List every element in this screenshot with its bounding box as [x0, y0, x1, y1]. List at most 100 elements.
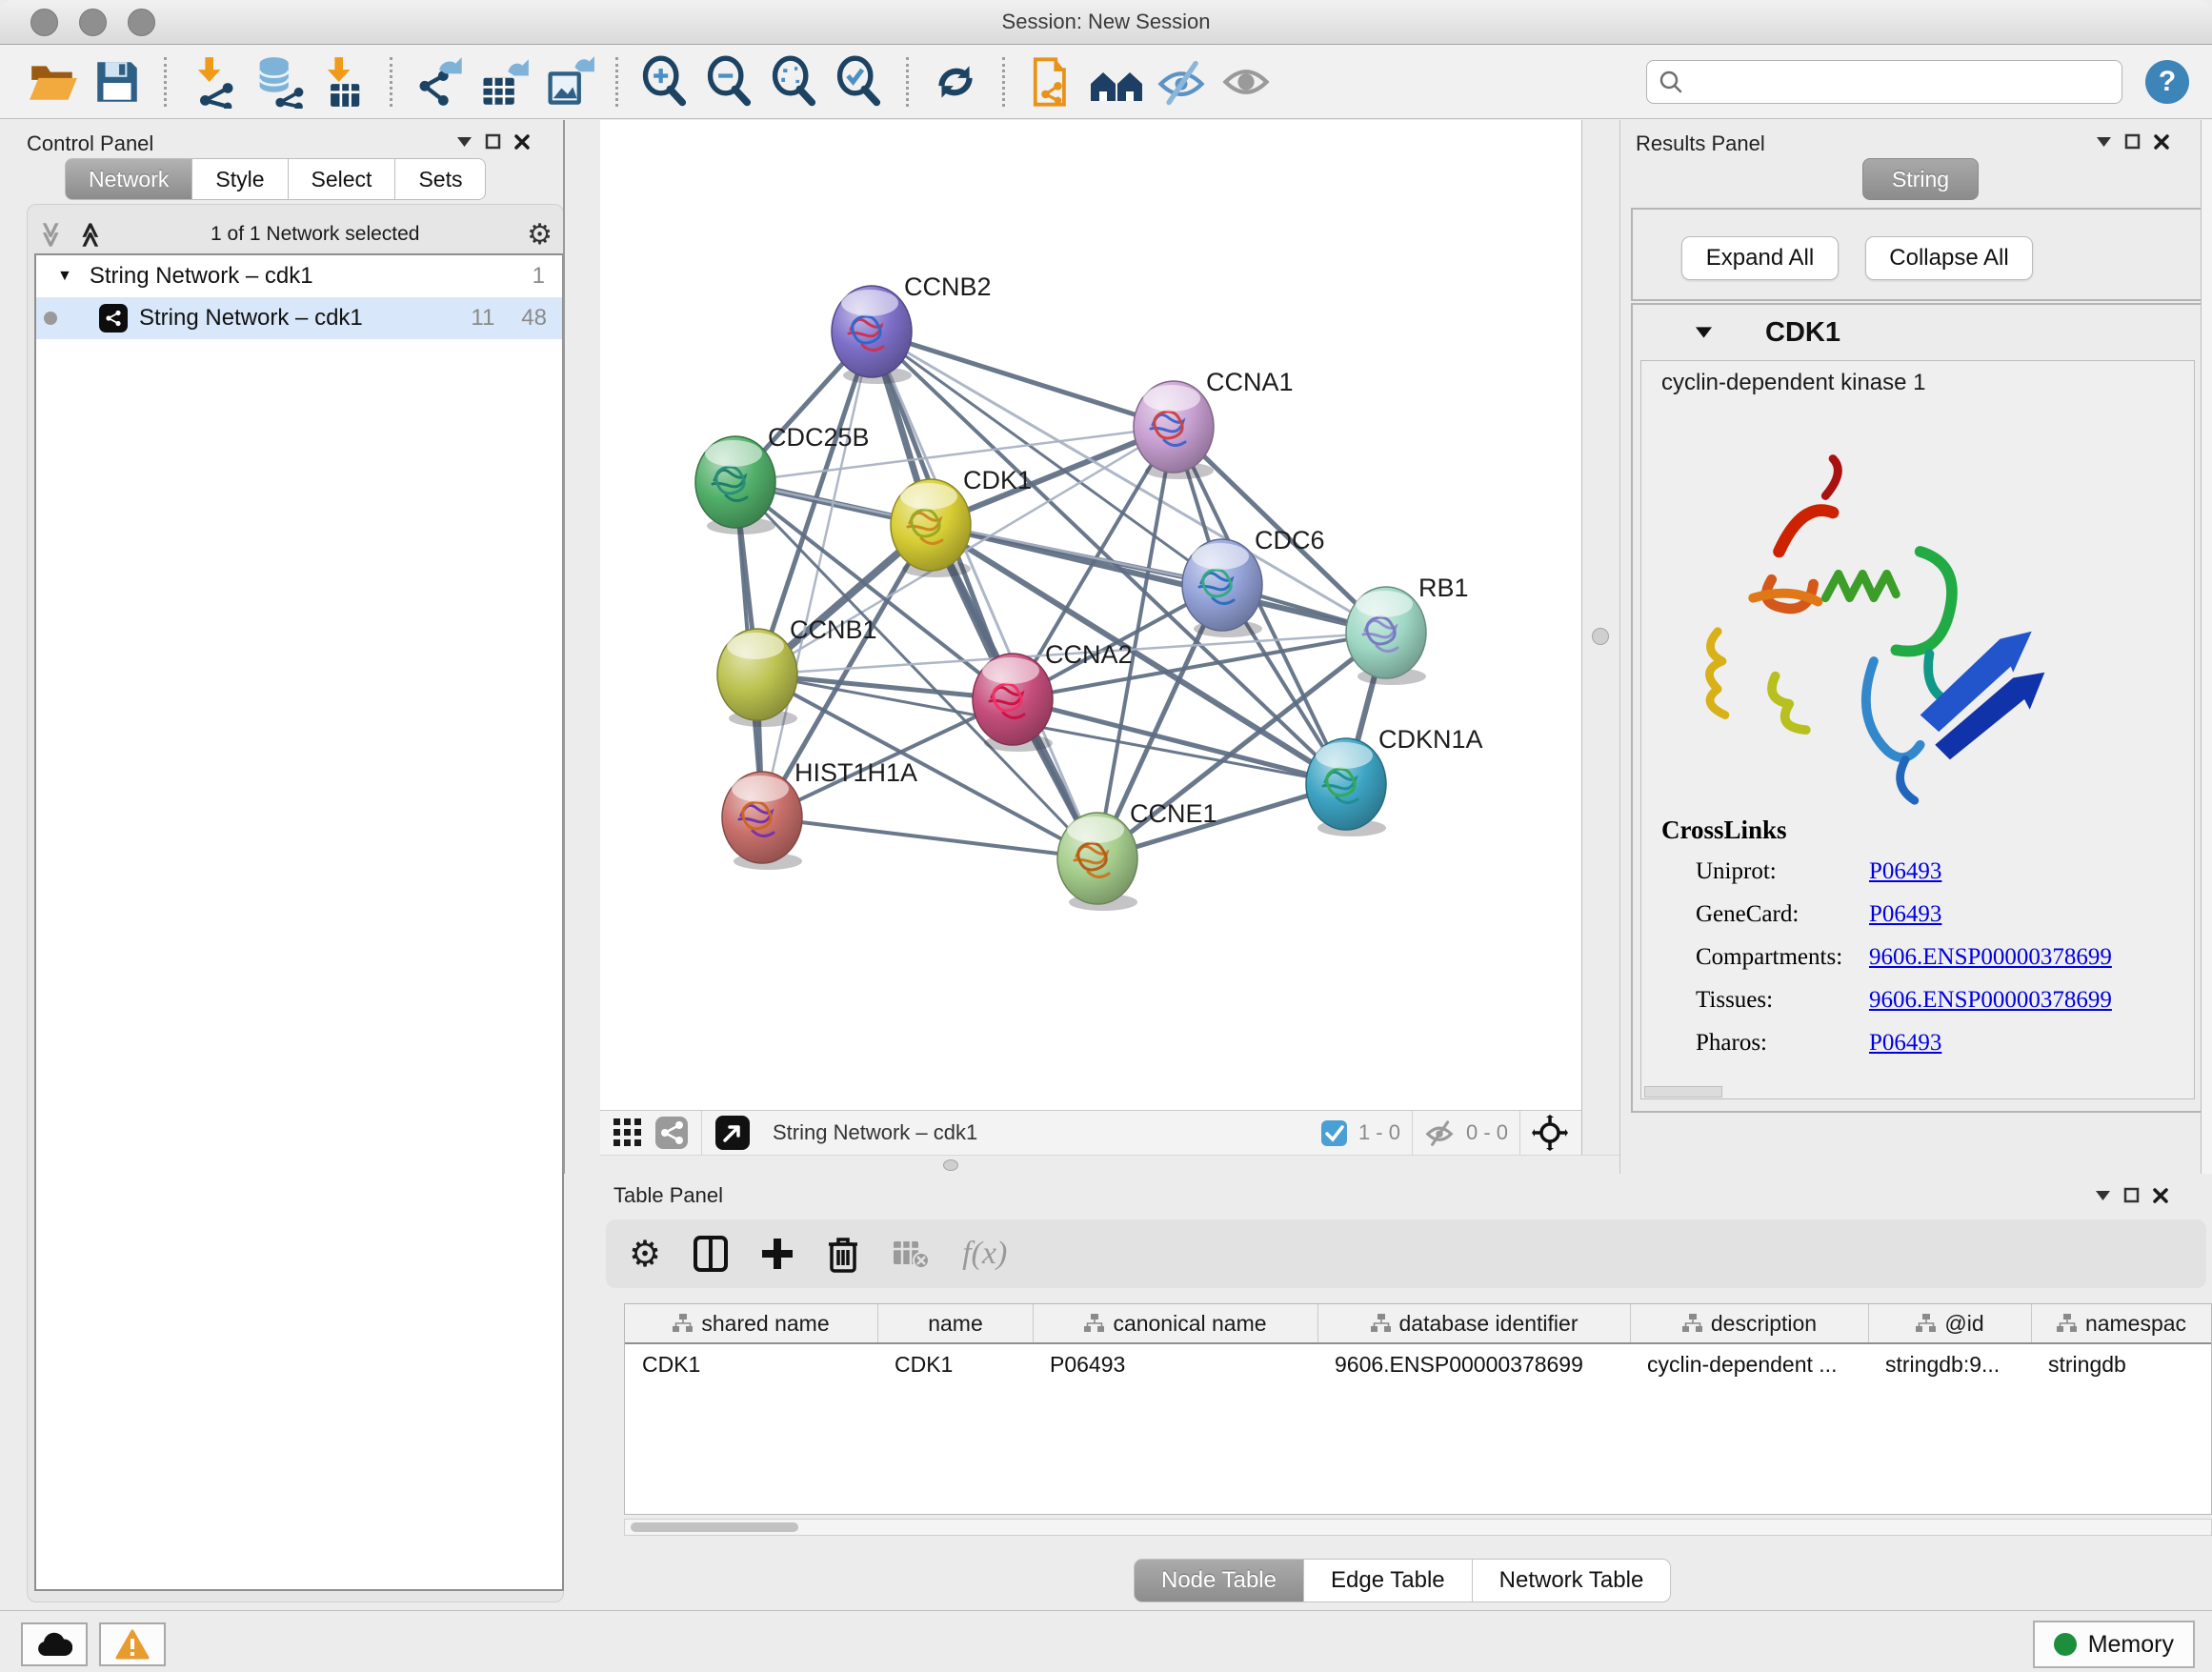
table-cell[interactable]: stringdb: [2031, 1344, 2211, 1384]
column-header[interactable]: canonical name: [1033, 1304, 1317, 1342]
network-node-CCNB1[interactable]: CCNB1: [717, 615, 877, 727]
network-node-CCNA2[interactable]: CCNA2: [973, 640, 1133, 752]
open-session-button[interactable]: [23, 52, 82, 111]
panel-menu-icon[interactable]: [457, 137, 472, 147]
duplicate-network-button[interactable]: [1022, 52, 1081, 111]
column-header[interactable]: namespac: [2031, 1304, 2211, 1342]
expand-all-button[interactable]: Expand All: [1681, 236, 1839, 280]
collapse-all-button[interactable]: Collapse All: [1865, 236, 2033, 280]
expand-all-icon[interactable]: ≫: [75, 221, 105, 247]
search-input[interactable]: [1691, 69, 2110, 95]
close-panel-icon[interactable]: [2153, 1188, 2168, 1203]
zoom-in-button[interactable]: [635, 52, 694, 111]
memory-button[interactable]: Memory: [2033, 1621, 2195, 1668]
import-database-button[interactable]: [249, 52, 308, 111]
tab-network[interactable]: Network: [65, 158, 192, 200]
show-hidden-button[interactable]: [1217, 52, 1276, 111]
network-view-icon[interactable]: [655, 1117, 688, 1149]
show-columns-icon[interactable]: [694, 1236, 728, 1272]
network-node-RB1[interactable]: RB1: [1346, 574, 1469, 685]
tab-select[interactable]: Select: [289, 158, 396, 200]
refresh-button[interactable]: [926, 52, 985, 111]
export-image-button[interactable]: [539, 52, 598, 111]
results-scrollbar-stub[interactable]: [1644, 1086, 1722, 1098]
column-header[interactable]: shared name: [625, 1304, 877, 1342]
help-button[interactable]: ?: [2145, 60, 2189, 104]
add-column-icon[interactable]: [760, 1237, 794, 1271]
hidden-eye-slash-icon[interactable]: [1424, 1118, 1455, 1148]
node-table[interactable]: shared namenamecanonical namedatabase id…: [624, 1303, 2212, 1515]
tab-string[interactable]: String: [1862, 158, 1979, 200]
close-panel-icon[interactable]: [2154, 134, 2169, 150]
splitter-handle[interactable]: [1592, 628, 1609, 645]
crosslink-link[interactable]: P06493: [1869, 901, 1941, 928]
birdseye-view-icon[interactable]: [715, 1116, 750, 1150]
crosslink-link[interactable]: P06493: [1869, 858, 1941, 885]
save-session-button[interactable]: [88, 52, 147, 111]
panel-menu-icon[interactable]: [2096, 1191, 2110, 1200]
tab-style[interactable]: Style: [192, 158, 288, 200]
collapse-gene-icon[interactable]: [1696, 327, 1712, 338]
export-table-button[interactable]: [474, 52, 533, 111]
crosslink-link[interactable]: P06493: [1869, 1030, 1941, 1057]
table-cell[interactable]: CDK1: [625, 1344, 877, 1384]
network-graph[interactable]: CCNB2CCNA1CDC25BCDK1CDC6RB1CCNB1CCNA2CDK…: [600, 120, 1581, 1110]
table-cell[interactable]: cyclin-dependent ...: [1630, 1344, 1868, 1384]
crosslink-link[interactable]: 9606.ENSP00000378699: [1869, 944, 2112, 971]
zoom-out-button[interactable]: [700, 52, 759, 111]
table-cell[interactable]: P06493: [1033, 1344, 1317, 1384]
float-panel-icon[interactable]: [485, 133, 501, 150]
tab-network-table[interactable]: Network Table: [1473, 1559, 1672, 1602]
network-edge[interactable]: [762, 817, 1097, 858]
panel-menu-icon[interactable]: [2097, 137, 2111, 147]
column-header[interactable]: @id: [1868, 1304, 2031, 1342]
crosslink-link[interactable]: 9606.ENSP00000378699: [1869, 987, 2112, 1014]
search-box[interactable]: [1646, 60, 2122, 104]
right-splitter[interactable]: [1581, 120, 1620, 1155]
float-panel-icon[interactable]: [2123, 1187, 2140, 1203]
network-node-CDC6[interactable]: CDC6: [1182, 526, 1325, 637]
tab-node-table[interactable]: Node Table: [1134, 1559, 1304, 1602]
close-panel-icon[interactable]: [514, 134, 530, 150]
table-cell[interactable]: stringdb:9...: [1868, 1344, 2031, 1384]
function-builder-icon[interactable]: f(x): [962, 1236, 1007, 1272]
export-network-button[interactable]: [410, 52, 469, 111]
grid-view-icon[interactable]: [613, 1118, 642, 1147]
collection-expand-icon[interactable]: ▼: [57, 268, 72, 285]
table-row[interactable]: CDK1CDK1P064939606.ENSP00000378699cyclin…: [625, 1344, 2211, 1384]
scrollbar-thumb[interactable]: [631, 1522, 798, 1532]
tab-sets[interactable]: Sets: [395, 158, 486, 200]
splitter-handle[interactable]: [943, 1159, 958, 1171]
cloud-status-button[interactable]: [21, 1622, 88, 1666]
network-edge[interactable]: [872, 332, 1174, 427]
minimize-window-button[interactable]: [79, 9, 107, 36]
network-row-selected[interactable]: String Network – cdk1 11 48: [36, 297, 562, 339]
import-network-button[interactable]: [184, 52, 243, 111]
import-table-button[interactable]: [313, 52, 372, 111]
table-settings-gear-icon[interactable]: ⚙: [629, 1233, 661, 1276]
zoom-window-button[interactable]: [128, 9, 155, 36]
network-collection-row[interactable]: ▼ String Network – cdk1 1: [36, 255, 562, 297]
zoom-selected-button[interactable]: [830, 52, 889, 111]
float-panel-icon[interactable]: [2124, 133, 2141, 150]
column-header[interactable]: description: [1630, 1304, 1868, 1342]
network-node-CCNE1[interactable]: CCNE1: [1057, 799, 1217, 911]
table-cell[interactable]: CDK1: [877, 1344, 1033, 1384]
left-splitter[interactable]: [563, 120, 603, 1174]
table-cell[interactable]: 9606.ENSP00000378699: [1317, 1344, 1630, 1384]
tab-edge-table[interactable]: Edge Table: [1304, 1559, 1473, 1602]
warning-status-button[interactable]: [99, 1622, 166, 1666]
network-edge[interactable]: [872, 332, 1386, 633]
home-button[interactable]: [1087, 52, 1146, 111]
gene-result-header[interactable]: CDK1: [1640, 311, 2191, 354]
delete-column-trash-icon[interactable]: [827, 1235, 859, 1273]
column-header[interactable]: name: [877, 1304, 1033, 1342]
network-node-CDKN1A[interactable]: CDKN1A: [1306, 725, 1483, 836]
column-header[interactable]: database identifier: [1317, 1304, 1630, 1342]
network-edge[interactable]: [1013, 699, 1346, 784]
close-window-button[interactable]: [30, 9, 58, 36]
zoom-fit-button[interactable]: [765, 52, 824, 111]
collapse-all-icon[interactable]: ≫: [36, 221, 66, 247]
delete-table-icon[interactable]: [892, 1238, 930, 1270]
gear-icon[interactable]: ⚙: [527, 218, 553, 252]
